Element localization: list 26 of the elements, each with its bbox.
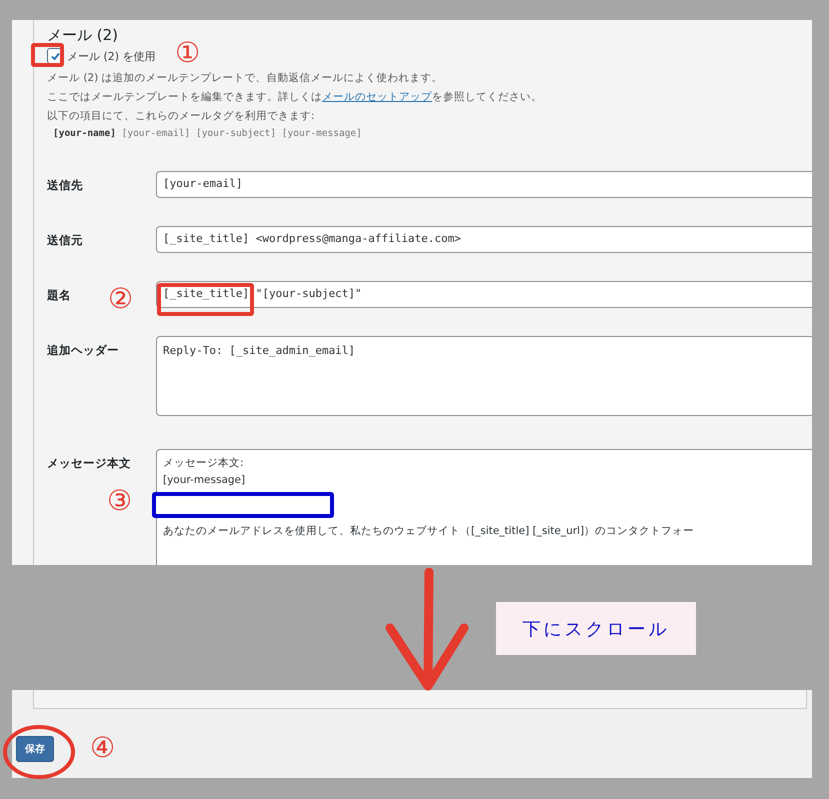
input-field[interactable]: [_site_title] "[your-subject]": [156, 281, 812, 308]
description-text: メール (2) は追加のメールテンプレートで、自動返信メールによく使われます。: [47, 71, 444, 86]
checkmark-icon: [50, 50, 60, 62]
tags-intro-text: 以下の項目にて、これらのメールタグを利用できます:: [47, 109, 316, 124]
setup-link[interactable]: メールのセットアップ: [322, 91, 432, 103]
section-title: メール (2): [47, 26, 120, 45]
field-label: 追加ヘッダー: [47, 342, 119, 358]
field-label: 題名: [47, 287, 71, 303]
save-button[interactable]: 保存: [16, 736, 54, 762]
textarea-field[interactable]: メッセージ本文: [your-message] あなたのメールアドレスを使用して、私たちのウェブサイト（[_site_title] [_site_url]）のコンタクトフォー: [156, 449, 812, 565]
step-marker: ②: [108, 282, 134, 316]
help-text: ここではメールテンプレートを編集できます。詳しくは メールのセットアップを参照してください。: [47, 90, 543, 105]
input-field[interactable]: [your-email]: [156, 171, 812, 198]
step-marker: ①: [175, 36, 200, 70]
scroll-note: 下にスクロール: [496, 602, 696, 655]
step-marker: ③: [107, 484, 132, 518]
input-field[interactable]: [_site_title] <wordpress@manga-affiliate.com>: [156, 226, 812, 253]
highlight-box: [31, 43, 64, 67]
textarea-field[interactable]: Reply-To: [_site_admin_email]: [156, 336, 812, 416]
step-marker: ④: [90, 731, 116, 765]
highlight-ellipse: [3, 725, 75, 779]
field-label: 送信先: [47, 177, 83, 193]
checkbox-label: メール (2) を使用: [67, 48, 156, 64]
field-label: メッセージ本文: [47, 455, 131, 471]
field-label: 送信元: [47, 232, 83, 248]
mail-tags-text: [your-name] [your-email] [your-subject] [your-message]: [53, 127, 363, 141]
